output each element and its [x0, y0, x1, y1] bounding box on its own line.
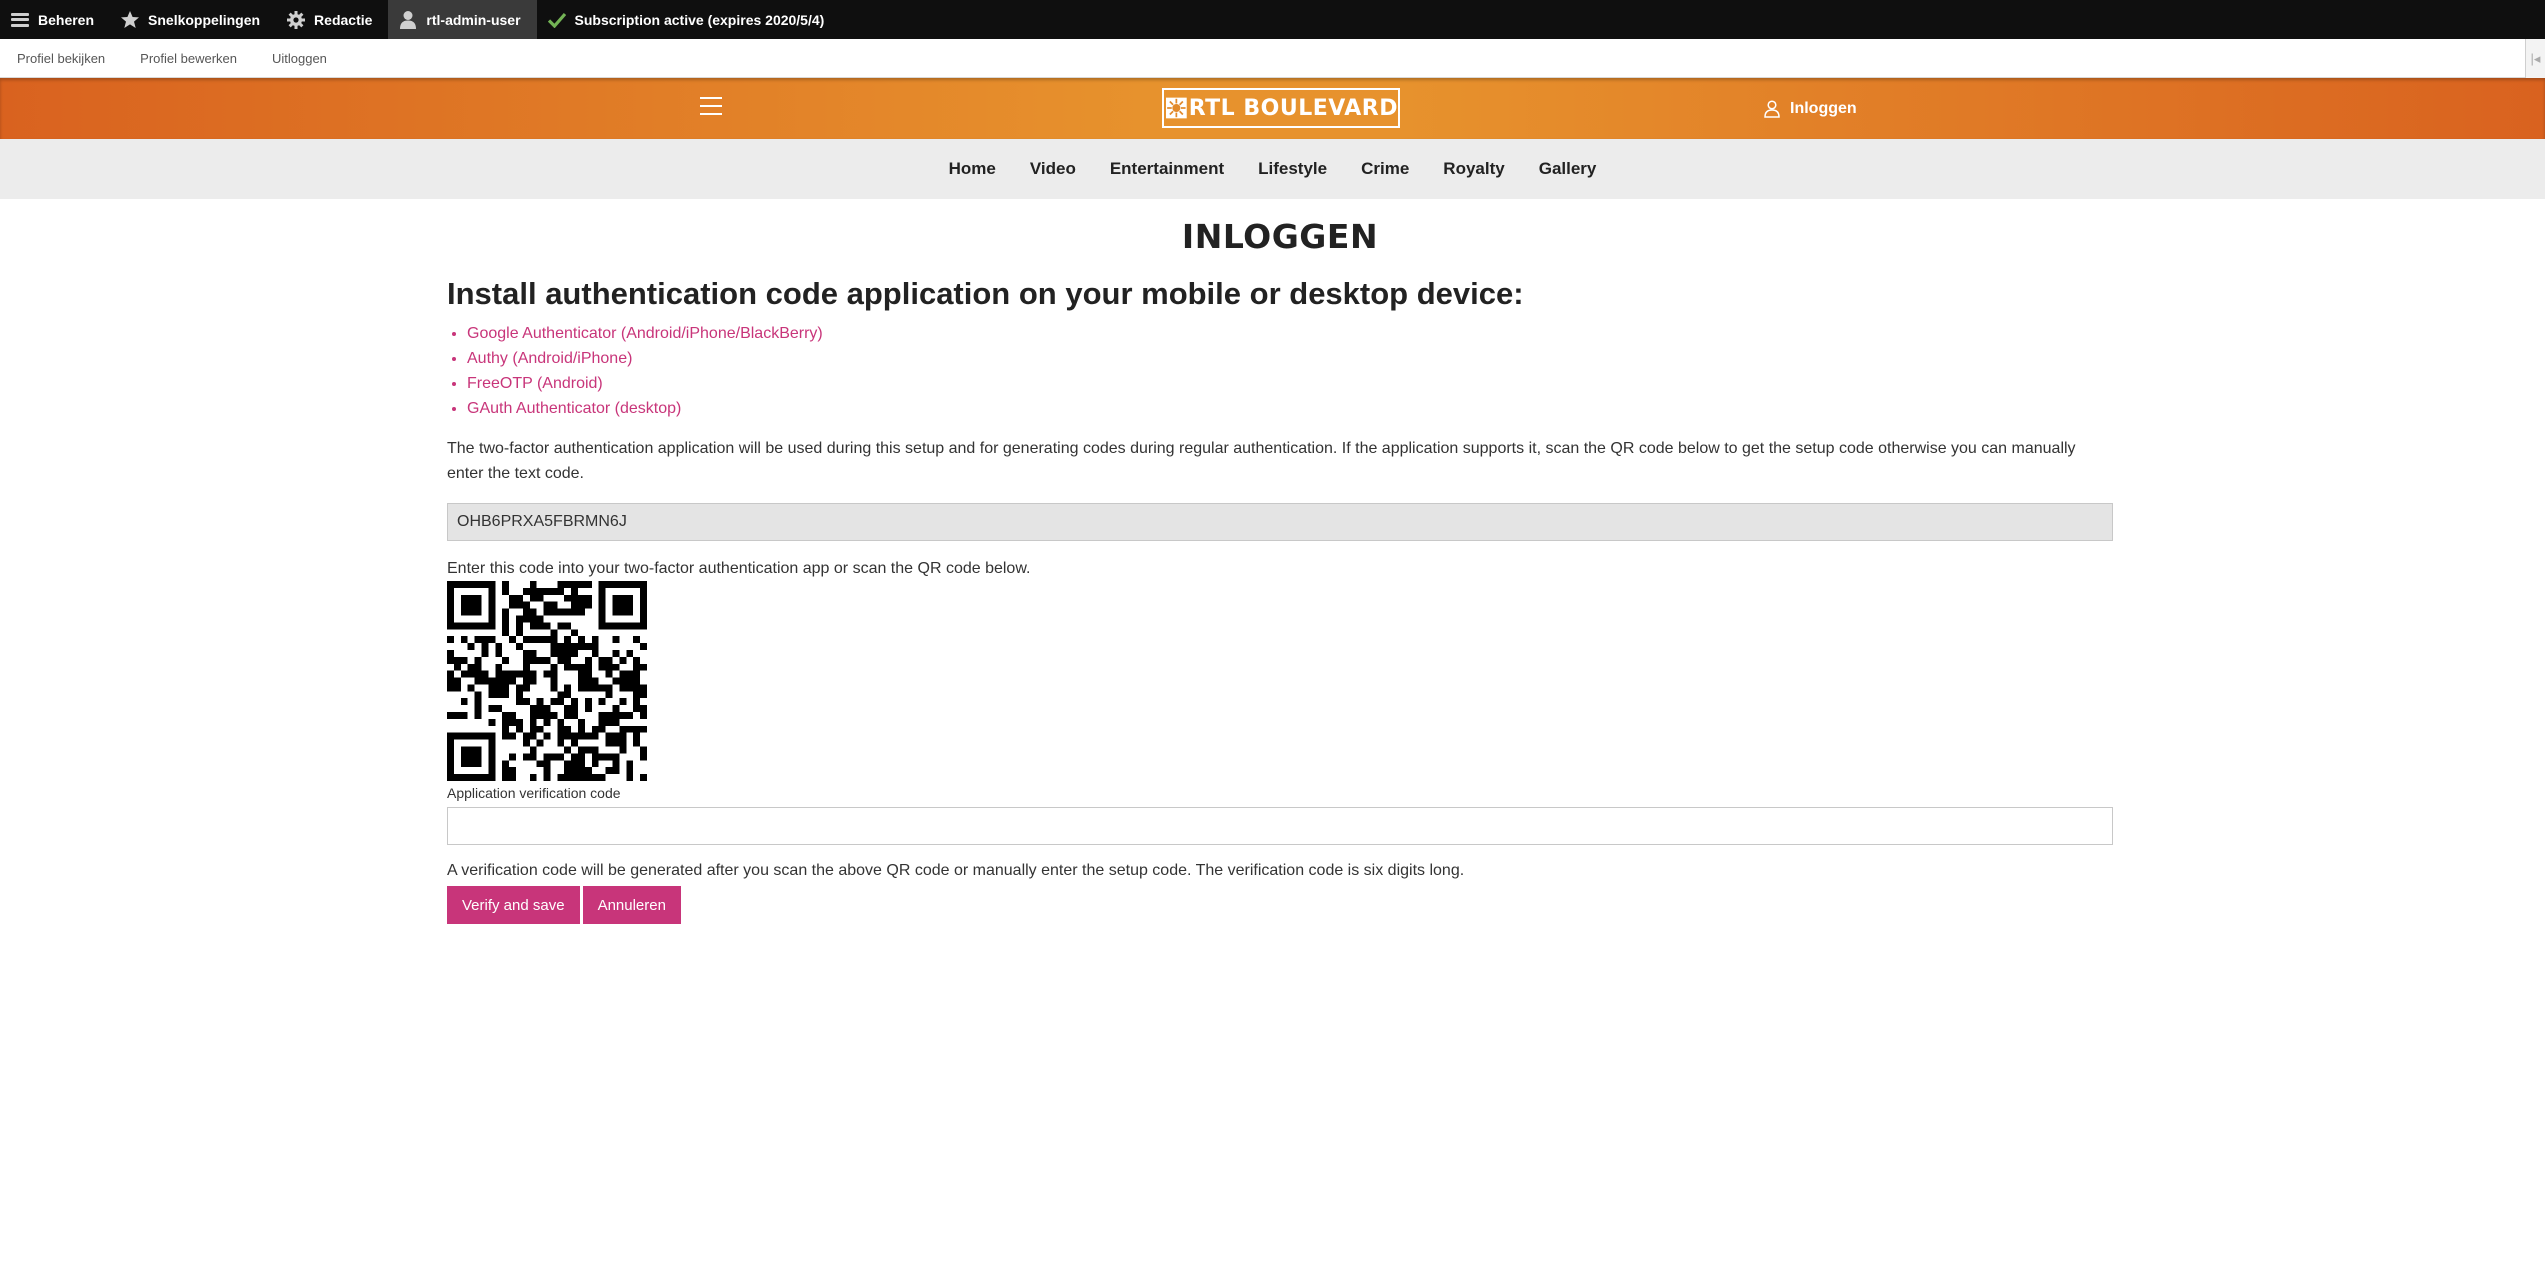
- toolbar-orientation-toggle-icon[interactable]: |◂: [2525, 39, 2545, 78]
- toolbar-item-label: Subscription active (expires 2020/5/4): [574, 11, 825, 28]
- nav-item-lifestyle[interactable]: Lifestyle: [1258, 159, 1327, 179]
- toolbar-item-label: rtl-admin-user: [426, 11, 521, 28]
- login-label: Inloggen: [1790, 100, 1857, 117]
- gear-icon: [286, 10, 306, 30]
- logo-text: RTL BOULEVARD: [1188, 95, 1398, 121]
- secret-code-field: OHB6PRXA5FBRMN6J: [447, 503, 2113, 541]
- setup-heading: Install authentication code application …: [447, 276, 1524, 311]
- user-outline-icon: [1764, 100, 1780, 118]
- list-item: Authy (Android/iPhone): [467, 346, 2113, 371]
- hamburger-menu-icon[interactable]: [700, 97, 722, 115]
- toolbar-item-user[interactable]: rtl-admin-user: [388, 0, 537, 39]
- nav-item-crime[interactable]: Crime: [1361, 159, 1409, 179]
- verification-code-input[interactable]: [447, 807, 2113, 845]
- verification-code-label: Application verification code: [447, 785, 621, 801]
- tfa-setup-form: Install authentication code application …: [447, 276, 2113, 924]
- toolbar-item-label: Redactie: [314, 11, 373, 28]
- user-icon: [398, 10, 418, 30]
- app-link-authy[interactable]: Authy (Android/iPhone): [467, 350, 632, 367]
- page-title: INLOGGEN: [1181, 217, 1379, 256]
- main-navigation: Home Video Entertainment Lifestyle Crime…: [0, 139, 2545, 199]
- cancel-button[interactable]: Annuleren: [582, 886, 681, 924]
- link-profiel-bekijken[interactable]: Profiel bekijken: [17, 51, 105, 66]
- login-link[interactable]: Inloggen: [1764, 100, 1857, 118]
- toolbar-item-label: Snelkoppelingen: [148, 11, 261, 28]
- toolbar-item-snelkoppelingen[interactable]: Snelkoppelingen: [110, 0, 276, 39]
- verify-and-save-button[interactable]: Verify and save: [447, 886, 580, 924]
- list-item: Google Authenticator (Android/iPhone/Bla…: [467, 321, 2113, 346]
- link-profiel-bewerken[interactable]: Profiel bewerken: [140, 51, 237, 66]
- setup-intro-text: The two-factor authentication applicatio…: [447, 440, 2076, 482]
- list-item: FreeOTP (Android): [467, 371, 2113, 396]
- star-icon: [120, 10, 140, 30]
- form-actions: Verify and save Annuleren: [447, 886, 2113, 924]
- verification-code-description: A verification code will be generated af…: [447, 862, 1465, 879]
- admin-toolbar: Beheren Snelkoppelingen Redactie rtl-adm…: [0, 0, 2545, 39]
- scan-hint-text: Enter this code into your two-factor aut…: [447, 560, 1031, 577]
- nav-item-video[interactable]: Video: [1030, 159, 1076, 179]
- link-uitloggen[interactable]: Uitloggen: [272, 51, 327, 66]
- app-link-google-authenticator[interactable]: Google Authenticator (Android/iPhone/Bla…: [467, 325, 823, 342]
- nav-item-home[interactable]: Home: [949, 159, 996, 179]
- toolbar-item-redactie[interactable]: Redactie: [276, 0, 388, 39]
- toolbar-item-label: Beheren: [38, 11, 95, 28]
- menu-icon: [10, 10, 30, 30]
- app-link-gauth[interactable]: GAuth Authenticator (desktop): [467, 400, 681, 417]
- rtl-boulevard-logo[interactable]: RTL BOULEVARD: [1162, 88, 1400, 128]
- toolbar-item-beheren[interactable]: Beheren: [0, 0, 110, 39]
- authenticator-app-list: Google Authenticator (Android/iPhone/Bla…: [467, 321, 2113, 421]
- nav-item-royalty[interactable]: Royalty: [1443, 159, 1504, 179]
- site-header: RTL BOULEVARD Inloggen: [0, 78, 2545, 139]
- toolbar-item-subscription[interactable]: Subscription active (expires 2020/5/4): [537, 0, 841, 39]
- checkmark-icon: [547, 10, 567, 30]
- qr-code-image: [447, 581, 647, 781]
- nav-item-entertainment[interactable]: Entertainment: [1110, 159, 1224, 179]
- list-item: GAuth Authenticator (desktop): [467, 396, 2113, 421]
- admin-subtray: Profiel bekijken Profiel bewerken Uitlog…: [0, 39, 2545, 78]
- sun-logo-icon: [1166, 97, 1187, 119]
- app-link-freeotp[interactable]: FreeOTP (Android): [467, 375, 603, 392]
- nav-item-gallery[interactable]: Gallery: [1539, 159, 1597, 179]
